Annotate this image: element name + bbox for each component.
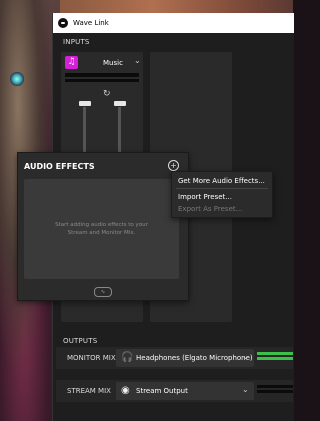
menu-item-export-preset: Export As Preset... [178, 205, 243, 213]
input-level-meter [65, 73, 139, 77]
menu-separator [176, 188, 268, 189]
menu-item-import-preset[interactable]: Import Preset... [178, 193, 232, 201]
monitor-mix-row: MONITOR MIX 🎧 Headphones (Elgato Microph… [56, 347, 293, 369]
window-title: Wave Link [73, 19, 109, 27]
effects-empty-hint: Start adding audio effects to your Strea… [55, 222, 148, 236]
stream-mix-device-select[interactable]: ◉ Stream Output ⌄ [116, 382, 254, 400]
wallpaper-robot-eye [10, 72, 24, 86]
effects-context-menu: Get More Audio Effects... Import Preset.… [171, 171, 273, 218]
stream-mix-row: STREAM MIX ◉ Stream Output ⌄ [56, 380, 293, 402]
chevron-down-icon: ⌄ [242, 385, 249, 394]
title-bar[interactable]: Wave Link [53, 13, 294, 33]
monitor-mix-label: MONITOR MIX [67, 354, 116, 362]
link-faders-icon[interactable]: ↻ [103, 89, 111, 99]
monitor-mix-device-select[interactable]: 🎧 Headphones (Elgato Microphone) ⌄ [116, 349, 254, 367]
stream-mix-meter [257, 385, 293, 388]
input-level-meter-secondary [65, 79, 139, 82]
chevron-down-icon: ⌄ [242, 352, 249, 361]
wave-link-app-icon [58, 18, 68, 28]
effects-drop-area: Start adding audio effects to your Strea… [24, 179, 179, 279]
audio-effects-title: AUDIO EFFECTS [24, 162, 95, 171]
stream-mix-label: STREAM MIX [67, 387, 111, 395]
monitor-mix-meter [257, 352, 293, 355]
input-channel-name: Music [103, 59, 123, 67]
menu-item-get-more-effects[interactable]: Get More Audio Effects... [178, 177, 265, 185]
add-effect-icon[interactable]: + [168, 160, 179, 171]
monitor-mix-meter-secondary [257, 357, 293, 360]
stream-mix-device: Stream Output [136, 387, 188, 395]
wallpaper-top-strip [60, 0, 293, 13]
headphones-icon: 🎧 [121, 352, 134, 363]
waveform-icon[interactable]: ∿ [94, 287, 112, 297]
stream-mix-meter-secondary [257, 390, 293, 393]
outputs-heading: OUTPUTS [63, 337, 98, 345]
audio-effects-panel: AUDIO EFFECTS + Start adding audio effec… [17, 152, 189, 301]
monitor-mix-device: Headphones (Elgato Microphone) [136, 354, 253, 362]
inputs-heading: INPUTS [63, 38, 90, 46]
monitor-fader-knob[interactable] [79, 101, 91, 106]
stream-fader-knob[interactable] [114, 101, 126, 106]
chevron-down-icon[interactable]: ⌄ [134, 56, 141, 65]
broadcast-icon: ◉ [121, 385, 130, 396]
music-note-icon[interactable]: ♫ [65, 56, 78, 69]
